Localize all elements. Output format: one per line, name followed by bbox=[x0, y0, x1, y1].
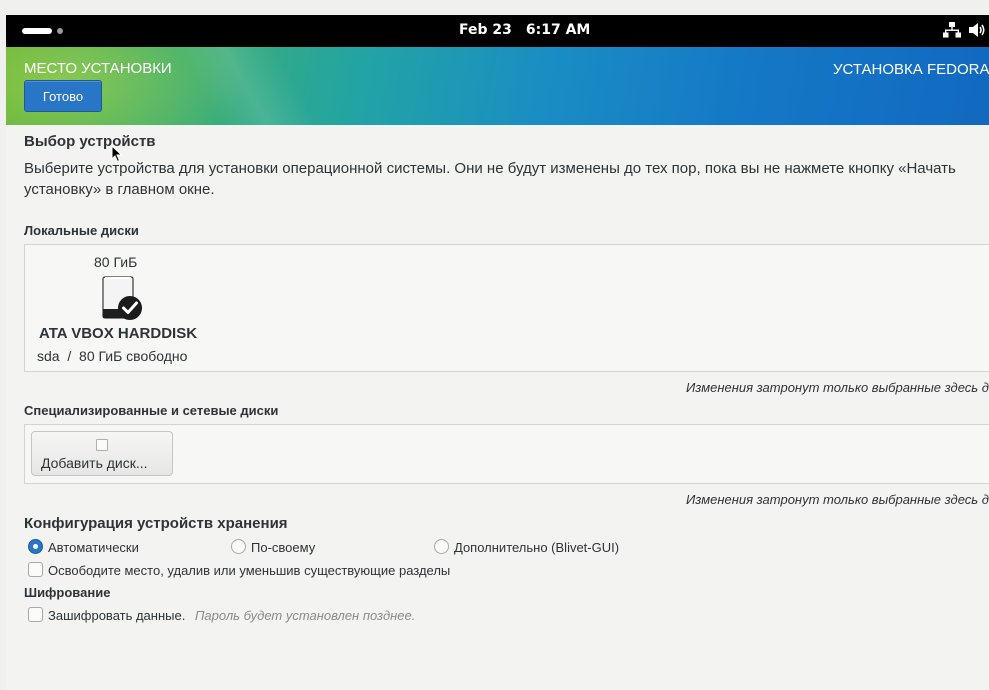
add-disk-button[interactable]: Добавить диск... bbox=[31, 431, 173, 476]
product-title: УСТАНОВКА FEDORA bbox=[833, 61, 989, 78]
window-frame-left bbox=[0, 0, 6, 690]
system-tray[interactable] bbox=[943, 22, 987, 38]
clock-date: Feb 23 bbox=[459, 22, 512, 38]
top-bar: Feb 23 6:17 AM bbox=[6, 15, 989, 47]
volume-icon[interactable] bbox=[969, 22, 987, 38]
encrypt-checkbox[interactable] bbox=[28, 607, 43, 622]
radio-advanced[interactable] bbox=[434, 539, 449, 554]
radio-advanced-label[interactable]: Дополнительно (Blivet-GUI) bbox=[454, 540, 619, 555]
disk-name: ATA VBOX HARDDISK bbox=[39, 325, 198, 342]
radio-automatic-label[interactable]: Автоматически bbox=[48, 540, 139, 555]
main-content: Выбор устройств Выберите устройства для … bbox=[6, 125, 989, 690]
clock-time: 6:17 AM bbox=[525, 22, 591, 38]
disk-separator: / bbox=[67, 348, 72, 364]
harddisk-selected-icon bbox=[101, 276, 145, 327]
local-disks-heading: Локальные диски bbox=[24, 223, 139, 238]
local-disks-panel: 80 ГиБ ATA VBOX HARDDISK sda / 80 ГиБ св… bbox=[24, 244, 989, 372]
reclaim-space-label[interactable]: Освободите место, удалив или уменьшив су… bbox=[48, 563, 450, 578]
disk-details: sda / 80 ГиБ свободно bbox=[37, 348, 187, 364]
disk-size: 80 ГиБ bbox=[94, 254, 138, 270]
reclaim-space-checkbox[interactable] bbox=[28, 562, 43, 577]
radio-custom-label[interactable]: По-своему bbox=[251, 540, 315, 555]
activities-button[interactable] bbox=[22, 28, 52, 34]
radio-automatic[interactable] bbox=[28, 539, 43, 554]
special-disks-heading: Специализированные и сетевые диски bbox=[24, 403, 279, 418]
special-disks-note: Изменения затронут только выбранные здес… bbox=[686, 492, 989, 507]
encrypt-hint: Пароль будет установлен позднее. bbox=[195, 608, 416, 623]
encrypt-label[interactable]: Зашифровать данные. bbox=[48, 608, 185, 623]
disk-device: sda bbox=[37, 348, 60, 364]
mouse-pointer-icon bbox=[111, 144, 123, 167]
header-banner: МЕСТО УСТАНОВКИ Готово УСТАНОВКА FEDORA bbox=[6, 47, 989, 125]
workspace-indicator-icon bbox=[57, 28, 63, 34]
spoke-title: МЕСТО УСТАНОВКИ bbox=[24, 60, 172, 77]
device-selection-description: Выберите устройства для установки операц… bbox=[24, 160, 956, 198]
disk-small-icon bbox=[96, 439, 108, 451]
window-frame-top bbox=[0, 0, 989, 15]
network-icon[interactable] bbox=[943, 22, 961, 38]
add-disk-label: Добавить диск... bbox=[41, 455, 148, 471]
disk-free-space: 80 ГиБ свободно bbox=[79, 348, 188, 364]
device-selection-heading: Выбор устройств bbox=[24, 133, 156, 150]
disk-item[interactable]: 80 ГиБ ATA VBOX HARDDISK sda / 80 ГиБ св… bbox=[25, 245, 225, 371]
special-disks-panel: Добавить диск... bbox=[24, 424, 989, 484]
local-disks-note: Изменения затронут только выбранные здес… bbox=[686, 380, 989, 395]
storage-config-heading: Конфигурация устройств хранения bbox=[24, 515, 288, 532]
done-button[interactable]: Готово bbox=[24, 80, 102, 112]
clock[interactable]: Feb 23 6:17 AM bbox=[459, 22, 590, 38]
encryption-heading: Шифрование bbox=[24, 585, 111, 600]
radio-custom[interactable] bbox=[231, 539, 246, 554]
